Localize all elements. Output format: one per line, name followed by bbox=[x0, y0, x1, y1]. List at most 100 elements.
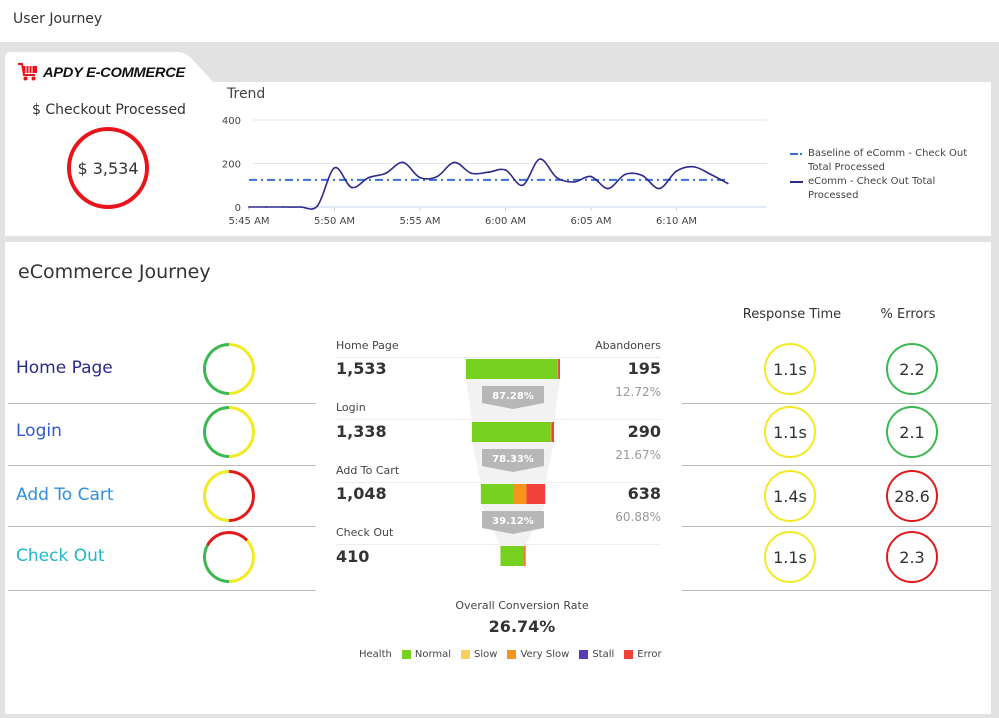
color-swatch bbox=[461, 650, 471, 659]
page-title: User Journey bbox=[13, 11, 103, 27]
health-item-label: Stall bbox=[592, 649, 615, 660]
trend-legend: Baseline of eComm - Check Out Total Proc… bbox=[790, 147, 970, 203]
legend-item-baseline[interactable]: Baseline of eComm - Check Out Total Proc… bbox=[790, 147, 970, 175]
funnel-step-label: Home Page bbox=[336, 339, 399, 352]
health-legend-stall: Stall bbox=[579, 649, 614, 660]
data-point bbox=[470, 172, 473, 175]
health-ring[interactable] bbox=[203, 406, 255, 458]
data-point bbox=[384, 172, 387, 175]
conversion-rate-label: 39.12% bbox=[492, 516, 534, 527]
data-point bbox=[333, 166, 336, 169]
response-time-gauge-value: 1.1s bbox=[773, 422, 807, 442]
x-tick-label: 6:10 AM bbox=[656, 216, 697, 227]
step-link-login[interactable]: Login bbox=[16, 421, 62, 441]
funnel-bar-very-slow[interactable] bbox=[524, 546, 525, 566]
response-time-gauge[interactable]: 1.4s bbox=[764, 470, 816, 522]
health-ring[interactable] bbox=[203, 531, 255, 583]
errors-gauge[interactable]: 2.3 bbox=[886, 531, 938, 583]
data-point bbox=[299, 206, 302, 208]
data-point bbox=[590, 175, 592, 178]
actual-series-line[interactable] bbox=[249, 158, 729, 210]
y-tick-label: 400 bbox=[222, 116, 241, 127]
color-swatch bbox=[507, 650, 517, 659]
top-bar: User Journey bbox=[0, 0, 999, 42]
errors-gauge-value: 2.2 bbox=[899, 359, 925, 379]
step-link-add-to-cart[interactable]: Add To Cart bbox=[16, 485, 114, 505]
response-time-gauge[interactable]: 1.1s bbox=[764, 343, 816, 395]
row-divider bbox=[8, 403, 316, 404]
response-time-gauge[interactable]: 1.1s bbox=[764, 531, 816, 583]
checkout-processed-value: $ 3,534 bbox=[77, 158, 139, 178]
funnel-step-count: 1,533 bbox=[336, 359, 387, 378]
response-time-gauge[interactable]: 1.1s bbox=[764, 406, 816, 458]
errors-gauge[interactable]: 2.2 bbox=[886, 343, 938, 395]
row-divider bbox=[8, 465, 316, 466]
data-point bbox=[504, 169, 507, 171]
data-point bbox=[607, 187, 609, 190]
checkout-processed-gauge[interactable]: $ 3,534 bbox=[67, 127, 149, 209]
data-point bbox=[265, 206, 267, 208]
data-point bbox=[624, 173, 627, 176]
solid-line-icon bbox=[790, 181, 803, 183]
conversion-rate-label: 87.28% bbox=[492, 391, 534, 402]
shopping-cart-icon bbox=[18, 63, 37, 81]
errors-gauge[interactable]: 2.1 bbox=[886, 406, 938, 458]
funnel-bar-very-slow[interactable] bbox=[513, 484, 527, 504]
health-legend-very-slow: Very Slow bbox=[507, 649, 569, 660]
health-ring-center bbox=[206, 409, 252, 455]
data-point bbox=[367, 176, 370, 179]
funnel-bar-normal[interactable] bbox=[471, 422, 551, 442]
health-item-label: Slow bbox=[474, 649, 498, 660]
step-link-check-out[interactable]: Check Out bbox=[16, 546, 105, 566]
legend-item-actual[interactable]: eComm - Check Out Total Processed bbox=[790, 175, 970, 203]
funnel-bar-error[interactable] bbox=[524, 546, 526, 566]
funnel-bar-normal[interactable] bbox=[500, 546, 525, 566]
color-swatch bbox=[579, 650, 589, 659]
health-item-label: Very Slow bbox=[520, 649, 570, 660]
data-point bbox=[726, 182, 729, 185]
data-point bbox=[692, 165, 695, 168]
legend-label: Baseline of eComm - Check Out Total Proc… bbox=[808, 148, 968, 173]
health-ring[interactable] bbox=[203, 470, 255, 522]
health-ring[interactable] bbox=[203, 343, 255, 395]
trend-title: Trend bbox=[227, 86, 266, 102]
step-link-home-page[interactable]: Home Page bbox=[16, 358, 113, 378]
brand-name: APDY E-COMMERCE bbox=[43, 64, 186, 80]
errors-header: % Errors bbox=[880, 307, 936, 322]
dash-line-icon bbox=[790, 153, 803, 155]
funnel-step-label: Check Out bbox=[336, 526, 394, 539]
funnel-bar-normal[interactable] bbox=[480, 484, 513, 504]
funnel-bar-normal[interactable] bbox=[466, 359, 558, 379]
response-time-gauge-value: 1.1s bbox=[773, 359, 807, 379]
data-point bbox=[573, 181, 575, 183]
x-tick-label: 5:50 AM bbox=[314, 216, 355, 227]
errors-gauge[interactable]: 28.6 bbox=[886, 470, 938, 522]
data-point bbox=[282, 206, 285, 208]
funnel-bar-very-slow[interactable] bbox=[550, 422, 552, 442]
row-divider bbox=[682, 403, 991, 404]
data-point bbox=[709, 173, 712, 176]
errors-gauge-value: 2.3 bbox=[899, 547, 925, 567]
funnel-bar-very-slow[interactable] bbox=[557, 359, 559, 379]
funnel-bar-error[interactable] bbox=[558, 359, 560, 379]
funnel-bar-error[interactable] bbox=[551, 422, 555, 442]
data-point bbox=[248, 206, 250, 208]
journey-title: eCommerce Journey bbox=[18, 261, 211, 283]
funnel-step-count: 1,338 bbox=[336, 422, 387, 441]
x-tick-label: 5:45 AM bbox=[228, 216, 269, 227]
data-point bbox=[350, 186, 353, 189]
color-swatch bbox=[624, 650, 634, 659]
x-tick-label: 5:55 AM bbox=[399, 216, 440, 227]
health-item-label: Normal bbox=[414, 649, 452, 660]
funnel-bar-error[interactable] bbox=[526, 484, 546, 504]
checkout-processed-label: $ Checkout Processed bbox=[32, 102, 186, 118]
funnel-step-count: 1,048 bbox=[336, 484, 387, 503]
legend-label: eComm - Check Out Total Processed bbox=[808, 176, 936, 201]
trend-chart[interactable]: 0 200 400 5:45 AM 5:50 AM 5:55 AM 6:00 AM 6:05 … bbox=[215, 105, 775, 230]
funnel-chart: 87.28% 78.33% 39.12% bbox=[466, 359, 560, 566]
funnel-step-label: Login bbox=[336, 401, 366, 414]
data-point bbox=[402, 161, 404, 164]
row-divider bbox=[682, 526, 991, 527]
data-point bbox=[419, 176, 421, 179]
data-point bbox=[658, 187, 661, 190]
